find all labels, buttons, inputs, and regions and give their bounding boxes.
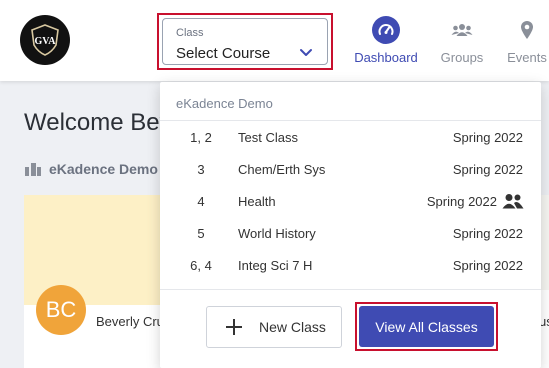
org-name: eKadence Demo xyxy=(24,161,158,177)
class-row-term: Spring 2022 xyxy=(452,162,523,177)
class-row-term: Spring 2022 xyxy=(426,194,497,209)
welcome-heading: Welcome Bev xyxy=(24,109,172,136)
org-name-label: eKadence Demo xyxy=(49,161,158,177)
avatar: BC xyxy=(36,285,86,335)
class-dropdown-menu: eKadence Demo 1, 2 Test Class Spring 202… xyxy=(160,82,541,368)
class-row-period: 5 xyxy=(197,226,205,241)
nav-dashboard[interactable]: Dashboard xyxy=(352,16,420,66)
new-class-label: New Class xyxy=(259,319,326,335)
groups-icon xyxy=(448,16,476,44)
class-row-term: Spring 2022 xyxy=(452,258,523,273)
class-row-name: Integ Sci 7 H xyxy=(238,258,313,273)
class-row-term: Spring 2022 xyxy=(452,130,523,145)
dropdown-org-header: eKadence Demo xyxy=(176,96,273,111)
nav-groups-label: Groups xyxy=(440,50,484,65)
class-row-period: 4 xyxy=(197,194,205,209)
school-logo[interactable]: GVA xyxy=(20,15,70,65)
map-pin-icon xyxy=(513,16,541,44)
chevron-down-icon xyxy=(300,49,312,56)
nav-events[interactable]: Events xyxy=(505,16,549,66)
card-owner-name: Beverly Cru xyxy=(96,314,164,329)
class-row[interactable]: 1, 2 Test Class Spring 2022 xyxy=(160,121,541,153)
class-row[interactable]: 6, 4 Integ Sci 7 H Spring 2022 xyxy=(160,249,541,281)
top-bar: GVA Class Select Course Dashboard Groups… xyxy=(0,0,549,81)
dropdown-divider xyxy=(160,289,541,290)
class-select[interactable]: Class Select Course xyxy=(162,18,328,65)
nav-events-label: Events xyxy=(507,50,547,65)
class-row[interactable]: 3 Chem/Erth Sys Spring 2022 xyxy=(160,153,541,185)
card-banner xyxy=(24,195,164,305)
shield-logo-icon: GVA xyxy=(31,24,59,56)
class-row-name: Health xyxy=(238,194,276,209)
logo-text: GVA xyxy=(35,36,57,47)
group-class-icon xyxy=(502,194,524,209)
nav-dashboard-label: Dashboard xyxy=(354,50,418,65)
class-row-term: Spring 2022 xyxy=(452,226,523,241)
class-row-period: 1, 2 xyxy=(190,130,212,145)
plus-icon xyxy=(226,319,242,335)
class-row[interactable]: 5 World History Spring 2022 xyxy=(160,217,541,249)
class-row-name: World History xyxy=(238,226,316,241)
dashboard-gauge-icon xyxy=(372,16,400,44)
class-select-label: Class xyxy=(176,27,204,39)
building-icon xyxy=(25,163,41,176)
class-row-name: Chem/Erth Sys xyxy=(238,162,326,177)
view-all-classes-label: View All Classes xyxy=(375,318,478,335)
nav-groups[interactable]: Groups xyxy=(438,16,486,66)
class-select-value: Select Course xyxy=(176,45,271,62)
class-row-name: Test Class xyxy=(238,130,298,145)
class-row-period: 3 xyxy=(197,162,205,177)
class-row[interactable]: 4 Health Spring 2022 xyxy=(160,185,541,217)
class-card[interactable] xyxy=(24,195,164,368)
view-all-classes-button[interactable]: View All Classes xyxy=(359,306,494,347)
new-class-button[interactable]: New Class xyxy=(206,306,342,348)
class-row-period: 6, 4 xyxy=(190,258,212,273)
class-select-highlight: Class Select Course xyxy=(157,13,333,70)
